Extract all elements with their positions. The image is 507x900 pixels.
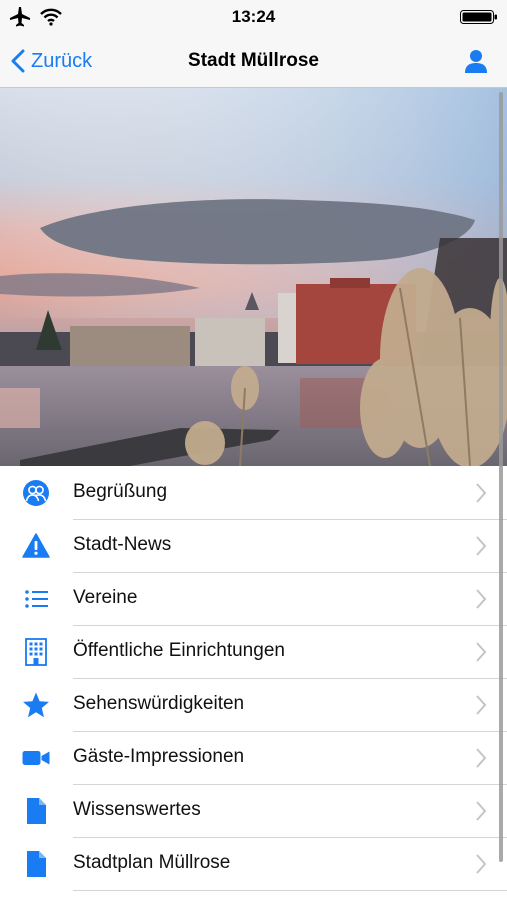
star-icon	[23, 692, 49, 718]
menu-item-label: Vereine	[73, 587, 138, 608]
chevron-right-icon	[476, 854, 487, 874]
menu-item-label: Stadt-News	[73, 534, 172, 555]
menu-item-label: Gäste-Impressionen	[73, 746, 245, 767]
list-icon	[25, 590, 48, 608]
menu-item-vereine[interactable]: Vereine	[0, 572, 507, 626]
menu-item-label: Sehenswürdigkeiten	[73, 693, 245, 714]
menu-item-stadt-news[interactable]: Stadt-News	[0, 519, 507, 573]
scrollbar[interactable]	[499, 92, 503, 862]
video-camera-icon	[22, 751, 50, 765]
chevron-right-icon	[476, 536, 487, 556]
menu-item-label: Begrüßung	[73, 481, 168, 502]
menu-item-gaeste-impressionen[interactable]: Gäste-Impressionen	[0, 731, 507, 785]
back-button-label: Zurück	[31, 49, 93, 72]
row-divider	[73, 890, 507, 891]
menu-item-label: Wissenswertes	[73, 799, 201, 820]
menu-item-label: Stadtplan Müllrose	[73, 852, 231, 873]
navigation-bar: Zurück Stadt Müllrose	[0, 34, 507, 88]
chevron-right-icon	[476, 801, 487, 821]
chevron-left-icon	[11, 49, 25, 73]
people-circle-icon	[23, 480, 49, 506]
chevron-right-icon	[476, 642, 487, 662]
menu-item-wissenswertes[interactable]: Wissenswertes	[0, 784, 507, 838]
menu-item-stadtplan-muellrose[interactable]: Stadtplan Müllrose	[0, 837, 507, 891]
back-button[interactable]: Zurück	[10, 48, 92, 74]
menu-list: Begrüßung Stadt-News Vereine Öffentliche…	[0, 466, 507, 891]
status-time: 13:24	[231, 7, 276, 26]
page-title: Stadt Müllrose	[188, 50, 319, 71]
menu-item-begruessung[interactable]: Begrüßung	[0, 466, 507, 520]
chevron-right-icon	[476, 695, 487, 715]
chevron-right-icon	[476, 589, 487, 609]
document-icon	[27, 851, 46, 877]
chevron-right-icon	[476, 483, 487, 503]
building-icon	[25, 638, 47, 666]
status-bar: 13:24	[0, 0, 507, 34]
chevron-right-icon	[476, 748, 487, 768]
warning-icon	[22, 533, 50, 558]
menu-item-sehenswuerdigkeiten[interactable]: Sehenswürdigkeiten	[0, 678, 507, 732]
battery-icon	[460, 10, 497, 24]
document-icon	[27, 798, 46, 824]
menu-item-label: Öffentliche Einrichtungen	[73, 640, 285, 661]
user-profile-icon[interactable]	[463, 48, 489, 74]
menu-item-oeffentliche-einrichtungen[interactable]: Öffentliche Einrichtungen	[0, 625, 507, 679]
hero-image	[0, 88, 507, 466]
